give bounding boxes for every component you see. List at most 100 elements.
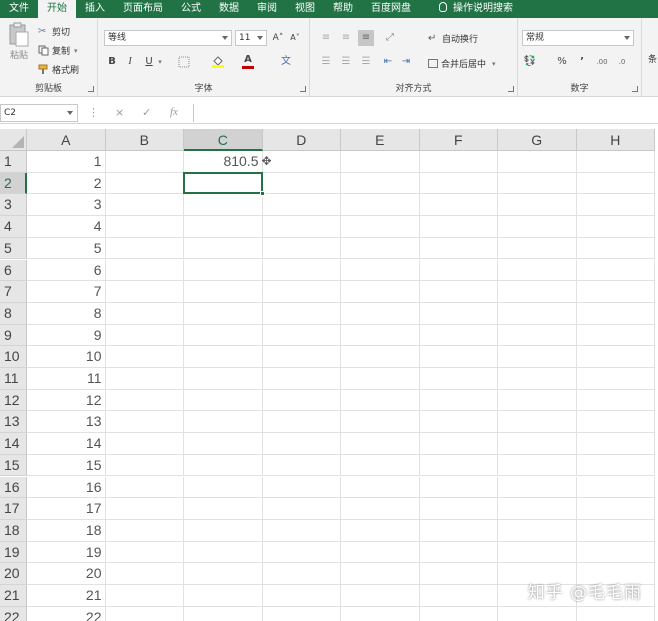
cell-d14[interactable] [262, 433, 341, 455]
wrap-text-button[interactable]: ↵ 自动换行 [428, 32, 478, 45]
column-header-d[interactable]: D [262, 129, 341, 151]
cell-e20[interactable] [341, 563, 420, 585]
cell-f13[interactable] [419, 411, 498, 434]
cell-h7[interactable] [576, 281, 655, 303]
cell-c19[interactable] [184, 541, 263, 564]
cell-h9[interactable] [576, 324, 655, 347]
copy-dropdown-icon[interactable]: ▾ [74, 47, 78, 55]
cell-f11[interactable] [419, 368, 498, 390]
select-all-button[interactable] [0, 129, 27, 151]
cell-f2[interactable] [419, 172, 498, 195]
cell-e11[interactable] [341, 368, 420, 390]
cell-g14[interactable] [498, 433, 577, 455]
cell-f16[interactable] [419, 476, 498, 499]
borders-button[interactable] [176, 54, 192, 70]
cell-e14[interactable] [341, 433, 420, 455]
cell-f15[interactable] [419, 454, 498, 477]
row-header[interactable]: 21 [0, 585, 27, 607]
cell-c6[interactable] [184, 259, 263, 282]
cell-e16[interactable] [341, 476, 420, 499]
cell-d22[interactable] [263, 606, 341, 621]
cell-d21[interactable] [262, 585, 341, 607]
cell-c8[interactable] [184, 302, 263, 325]
cell-c11[interactable] [184, 368, 263, 390]
cell-d16[interactable] [262, 476, 341, 499]
cell-h14[interactable] [576, 433, 655, 455]
row-header[interactable]: 19 [0, 541, 27, 564]
cell-d13[interactable] [262, 411, 341, 434]
cell-d7[interactable] [262, 281, 341, 303]
cell-g22[interactable] [498, 606, 577, 621]
column-header-a[interactable]: A [27, 129, 106, 151]
cell-d9[interactable] [262, 324, 341, 347]
cell-d8[interactable] [262, 302, 341, 325]
cell-d4[interactable] [262, 216, 341, 238]
cell-h2[interactable] [576, 172, 655, 195]
menu-tab-0[interactable]: 文件 [0, 0, 38, 18]
cell-g11[interactable] [498, 368, 577, 390]
percent-button[interactable]: % [554, 54, 570, 70]
row-header[interactable]: 20 [0, 563, 27, 585]
menu-tab-6[interactable]: 审阅 [248, 0, 286, 18]
row-header[interactable]: 7 [0, 281, 27, 303]
cell-c9[interactable] [184, 324, 263, 347]
align-bottom-button[interactable]: ≡ [358, 30, 374, 46]
cell-b12[interactable] [105, 389, 184, 412]
cell-d17[interactable] [262, 498, 341, 520]
cell-b5[interactable] [105, 237, 184, 260]
cell-g9[interactable] [498, 324, 577, 347]
cell-h4[interactable] [576, 216, 655, 238]
cell-c17[interactable] [184, 498, 263, 520]
increase-decimal-button[interactable]: .00 [594, 54, 610, 70]
cell-e2[interactable] [341, 172, 420, 195]
phonetic-button[interactable]: 文 [278, 54, 294, 70]
row-header[interactable]: 15 [0, 454, 27, 477]
cell-e13[interactable] [341, 411, 420, 434]
cell-c13[interactable] [184, 411, 263, 434]
cell-d19[interactable] [262, 541, 341, 564]
cell-e5[interactable] [341, 237, 420, 260]
cell-a10[interactable]: 10 [27, 346, 106, 368]
cell-c20[interactable] [184, 563, 263, 585]
cell-a1[interactable]: 1 [27, 151, 106, 173]
cell-h22[interactable] [577, 606, 655, 621]
cell-e18[interactable] [341, 519, 420, 542]
cell-b10[interactable] [105, 346, 184, 368]
cell-g17[interactable] [498, 498, 577, 520]
insert-function-icon[interactable]: fx [170, 106, 178, 118]
cell-c12[interactable] [184, 389, 263, 412]
cell-h8[interactable] [576, 302, 655, 325]
orientation-button[interactable]: ⤢ [382, 30, 398, 46]
column-header-f[interactable]: F [419, 129, 498, 151]
row-header[interactable]: 16 [0, 476, 27, 499]
column-header-c[interactable]: C [184, 129, 263, 151]
menu-tab-1[interactable]: 开始 [38, 0, 76, 18]
cell-d2[interactable] [262, 172, 341, 195]
cell-g13[interactable] [498, 411, 577, 434]
cell-b6[interactable] [105, 259, 184, 282]
row-header[interactable]: 18 [0, 519, 27, 542]
italic-button[interactable]: I [122, 54, 138, 70]
cell-b2[interactable] [105, 172, 184, 195]
cell-f19[interactable] [419, 541, 498, 564]
cell-f17[interactable] [419, 498, 498, 520]
font-name-select[interactable]: 等线 [104, 30, 232, 46]
cell-h12[interactable] [576, 389, 655, 412]
cell-g6[interactable] [498, 259, 577, 282]
cell-h15[interactable] [576, 454, 655, 477]
cell-g2[interactable] [498, 172, 577, 195]
cell-a15[interactable]: 15 [27, 454, 106, 477]
cell-e22[interactable] [341, 606, 420, 621]
cell-a3[interactable]: 3 [27, 194, 106, 217]
align-right-button[interactable]: ☰ [358, 54, 374, 70]
row-header[interactable]: 10 [0, 346, 27, 368]
merge-dropdown-icon[interactable]: ▾ [492, 60, 496, 68]
cell-e10[interactable] [341, 346, 420, 368]
cell-d20[interactable] [262, 563, 341, 585]
enter-icon[interactable]: ✓ [142, 106, 151, 119]
cell-a2[interactable]: 2 [27, 172, 106, 195]
cell-f21[interactable] [419, 585, 498, 607]
cell-f8[interactable] [419, 302, 498, 325]
conditional-format-button[interactable]: 条 [648, 52, 657, 65]
worksheet-grid[interactable]: A B C D E F G H 1 1 810.5 2 2 3 3 4 4 5 5 6 6 7 7 8 8 9 9 10 10 11 11 1… [0, 129, 658, 621]
